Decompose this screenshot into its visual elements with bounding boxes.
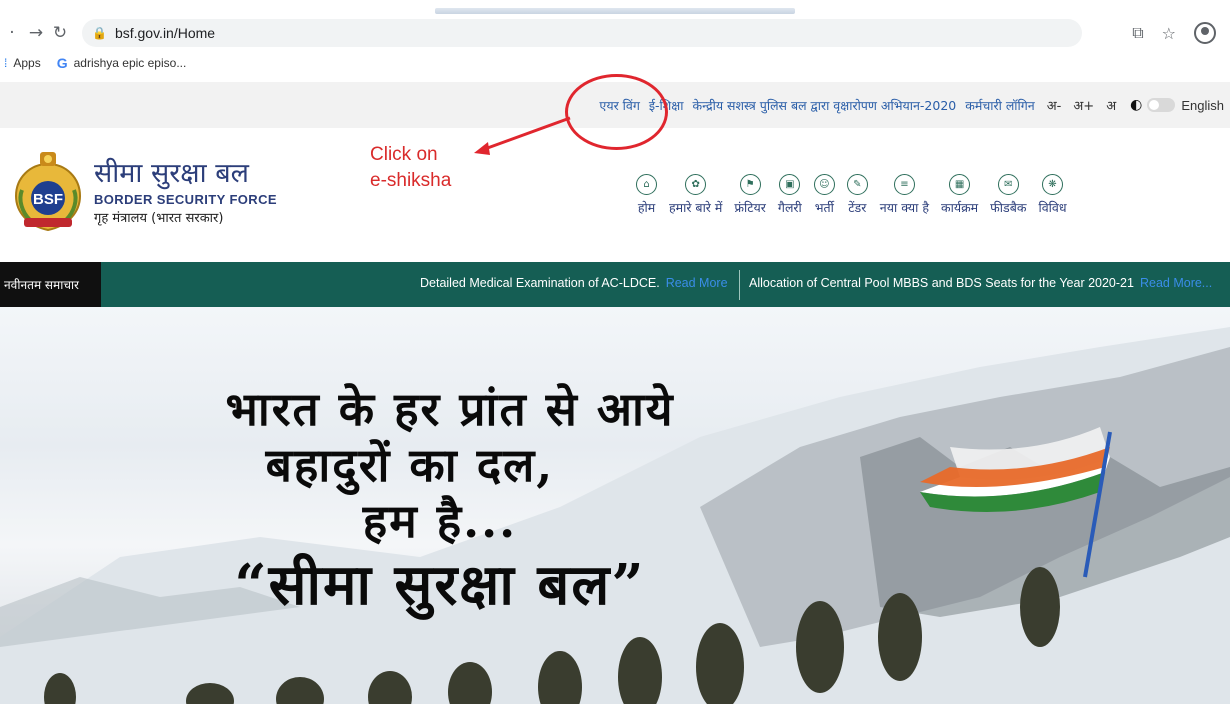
nav-gallery[interactable]: ▣ गैलरी [778,174,802,216]
nav-misc[interactable]: ❋ विविध [1038,174,1067,216]
title-english: BORDER SECURITY FORCE [94,192,277,207]
font-increase-button[interactable]: अ+ [1073,96,1094,114]
bookmark-item[interactable]: G adrishya epic episo... [45,55,187,71]
font-reset-button[interactable]: अ [1106,96,1116,114]
news-item[interactable]: Allocation of Central Pool MBBS and BDS … [749,276,1212,290]
language-toggle[interactable] [1147,98,1176,112]
google-icon: G [56,55,68,71]
nav-label: कार्यक्रम [940,200,979,215]
profile-icon[interactable] [1194,22,1216,44]
annotation-text: Click on e-shiksha [370,142,451,194]
nav-about[interactable]: ✿ हमारे बारे में [669,174,722,216]
active-tab[interactable] [435,8,795,14]
hero-line-1: भारत के हर प्रांत से आये [225,382,675,436]
ministry-text: गृह मंत्रालय (भारत सरकार) [94,211,224,226]
nav-home[interactable]: ⌂ होम [636,174,657,216]
bookmarks-bar: ⁞ Apps G adrishya epic episo... [0,50,1230,76]
nav-feedback[interactable]: ✉ फीडबैक [990,174,1026,216]
misc-icon: ❋ [1042,174,1063,195]
nav-label: विविध [1038,200,1067,215]
english-link[interactable]: English [1181,98,1224,113]
nav-frontier[interactable]: ⚑ फ्रंटियर [734,174,766,216]
nav-label: फीडबैक [990,200,1027,215]
lock-icon[interactable]: 🔒 [92,26,107,40]
annotation-line-1: Click on [370,144,438,165]
address-bar[interactable]: 🔒 bsf.gov.in/Home [82,19,1082,47]
nav-recruitment[interactable]: ☺ भर्ती [813,174,835,216]
nav-label: होम [637,200,656,215]
title-hindi: सीमा सुरक्षा बल [94,158,249,189]
mountain-landscape-image [0,327,1230,704]
feedback-icon: ✉ [997,174,1019,195]
events-icon: ▦ [949,174,971,195]
nav-label: फ्रंटियर [734,200,766,215]
browser-tab-strip [0,0,1230,16]
hero-line-4: “सीमा सुरक्षा बल” [234,552,646,618]
news-text: Allocation of Central Pool MBBS and BDS … [749,276,1134,290]
gallery-icon: ▣ [779,174,801,195]
back-icon[interactable]: · [0,23,24,43]
apps-bookmark[interactable]: ⁞ Apps [4,56,41,70]
recruitment-icon: ☺ [813,174,835,195]
plantation-drive-link[interactable]: केन्द्रीय सशस्त्र पुलिस बल द्वारा वृक्षा… [692,97,956,114]
tender-icon: ✎ [846,174,868,195]
news-item[interactable]: Detailed Medical Examination of AC-LDCE.… [420,276,728,290]
news-divider [739,270,740,300]
read-more-link[interactable]: Read More [666,276,728,290]
home-icon: ⌂ [636,174,657,195]
star-icon[interactable]: ☆ [1162,24,1176,43]
browser-toolbar: · → ↻ 🔒 bsf.gov.in/Home ⧉ ☆ [0,16,1230,50]
whats-new-icon: ≡ [893,174,915,195]
annotation-line-2: e-shiksha [370,170,452,191]
svg-text:BSF: BSF [33,191,63,208]
news-label: नवीनतम समाचार [0,262,101,307]
hero-line-2: बहादुरों का दल, [265,438,555,492]
forward-icon[interactable]: → [24,23,48,43]
nav-tender[interactable]: ✎ टेंडर [846,174,868,216]
employee-login-link[interactable]: कर्मचारी लॉगिन [965,97,1035,114]
hero-line-3: हम है... [362,494,518,548]
reload-icon[interactable]: ↻ [48,23,72,43]
bsf-emblem-icon[interactable]: BSF [8,150,88,234]
url-text[interactable]: bsf.gov.in/Home [115,25,215,41]
news-ticker: नवीनतम समाचार Detailed Medical Examinati… [0,262,1230,307]
hero-banner: भारत के हर प्रांत से आये बहादुरों का दल,… [0,307,1230,704]
apps-grid-icon: ⁞ [4,56,8,70]
about-icon: ✿ [685,174,707,195]
nav-label: नया क्या है [879,200,929,215]
annotation-circle [565,74,668,150]
font-decrease-button[interactable]: अ- [1047,96,1062,114]
main-nav: ⌂ होम ✿ हमारे बारे में ⚑ फ्रंटियर ▣ गैलर… [636,174,1079,216]
nav-whats-new[interactable]: ≡ नया क्या है [880,174,929,216]
nav-events[interactable]: ▦ कार्यक्रम [941,174,978,216]
nav-label: हमारे बारे में [669,200,723,215]
bookmark-label: adrishya epic episo... [73,56,187,70]
translate-icon[interactable]: ⧉ [1132,23,1143,43]
nav-label: गैलरी [777,200,802,215]
site-title[interactable]: सीमा सुरक्षा बल BORDER SECURITY FORCE गृ… [94,158,277,226]
read-more-link[interactable]: Read More... [1140,276,1212,290]
news-text: Detailed Medical Examination of AC-LDCE. [420,276,660,290]
nav-label: टेंडर [848,200,867,215]
apps-label: Apps [13,56,41,70]
frontier-icon: ⚑ [739,174,761,195]
contrast-icon[interactable]: ◐ [1130,97,1142,113]
nav-label: भर्ती [814,200,834,215]
